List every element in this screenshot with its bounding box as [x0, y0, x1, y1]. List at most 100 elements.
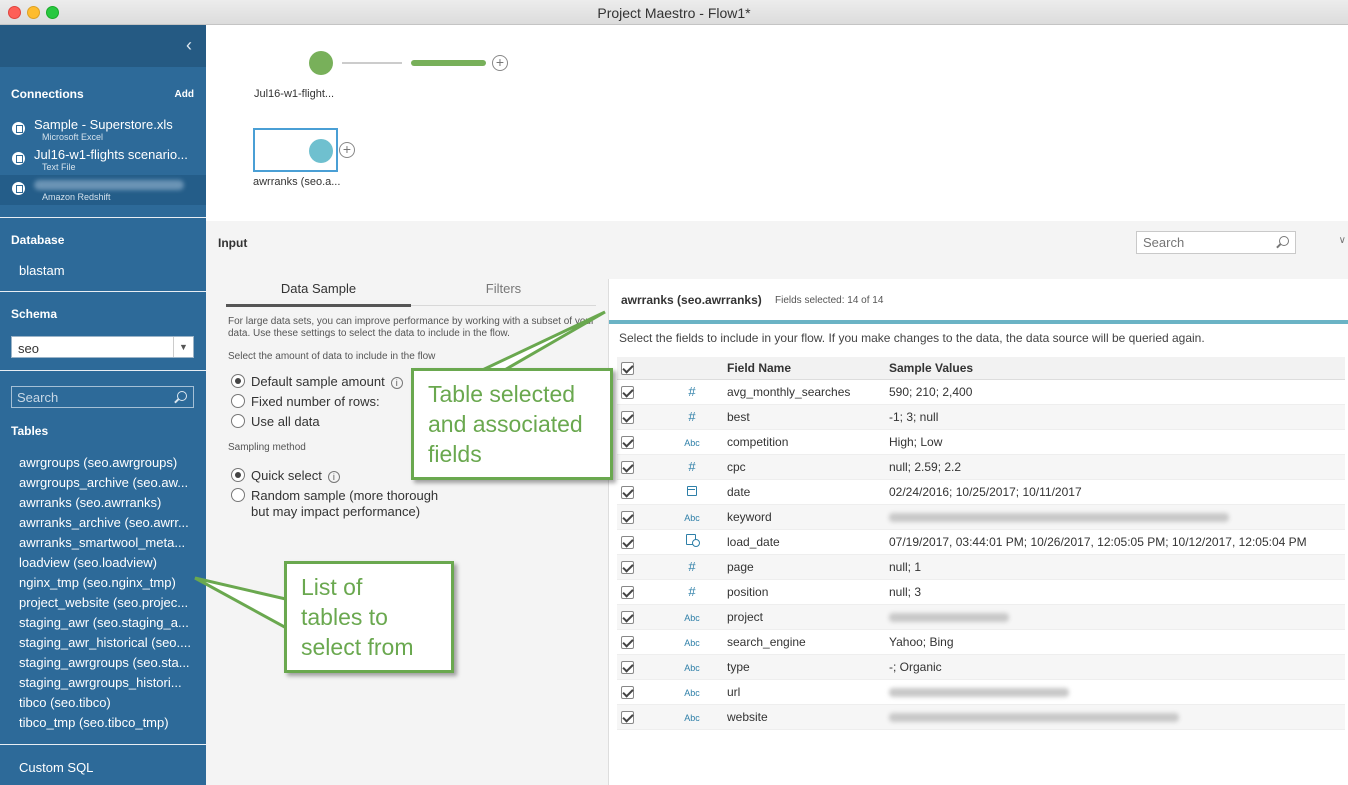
field-name: best [727, 404, 889, 430]
radio-default-sample[interactable] [231, 374, 245, 388]
field-checkbox[interactable] [621, 535, 634, 549]
flow-node-selected-frame[interactable] [253, 128, 338, 172]
table-row[interactable]: Abc website [617, 704, 1345, 730]
radio-random-sample-label: Random sample (more thorough [251, 488, 439, 503]
field-checkbox[interactable] [621, 460, 634, 474]
database-value[interactable]: blastam [19, 263, 65, 278]
sample-values: 07/19/2017, 03:44:01 PM; 10/26/2017, 12:… [889, 529, 1345, 555]
table-row[interactable]: # page null; 1 [617, 554, 1345, 580]
table-row[interactable]: load_date 07/19/2017, 03:44:01 PM; 10/26… [617, 529, 1345, 555]
fields-panel-title: awrranks (seo.awrranks) [621, 293, 762, 307]
callout-line: tables to [301, 604, 388, 630]
radio-quick-select-label: Quick select i [251, 468, 340, 483]
table-row[interactable]: Abc type -; Organic [617, 654, 1345, 680]
field-checkbox[interactable] [621, 485, 634, 499]
table-item[interactable]: awrgroups (seo.awrgroups) [19, 453, 191, 473]
table-item[interactable]: staging_awrgroups_histori... [19, 673, 191, 693]
radio-all-data[interactable] [231, 414, 245, 428]
table-search[interactable] [11, 386, 194, 408]
field-name: competition [727, 429, 889, 455]
table-row[interactable]: Abc url [617, 679, 1345, 705]
connection-item-excel[interactable]: Sample - Superstore.xls Microsoft Excel [0, 115, 206, 145]
add-connection-link[interactable]: Add [175, 89, 194, 100]
fields-table: Field Name Sample Values # avg_monthly_s… [617, 357, 1345, 730]
table-item[interactable]: project_website (seo.projec... [19, 593, 191, 613]
fields-panel: awrranks (seo.awrranks) Fields selected:… [608, 279, 1348, 785]
radio-fixed-rows-label: Fixed number of rows: [251, 394, 380, 409]
input-search[interactable] [1136, 231, 1296, 254]
calendar-icon [687, 485, 697, 496]
table-row[interactable]: # best -1; 3; null [617, 404, 1345, 430]
table-item[interactable]: staging_awr (seo.staging_a... [19, 613, 191, 633]
connection-item-textfile[interactable]: Jul16-w1-flights scenario... Text File [0, 145, 206, 175]
table-item[interactable]: staging_awr_historical (seo.... [19, 633, 191, 653]
table-row[interactable]: # position null; 3 [617, 579, 1345, 605]
connection-type: Amazon Redshift [42, 192, 111, 202]
table-item[interactable]: awrranks_smartwool_meta... [19, 533, 191, 553]
field-checkbox[interactable] [621, 685, 634, 699]
table-item[interactable]: nginx_tmp (seo.nginx_tmp) [19, 573, 191, 593]
tables-list: awrgroups (seo.awrgroups) awrgroups_arch… [19, 453, 191, 733]
table-row[interactable]: Abc search_engine Yahoo; Bing [617, 629, 1345, 655]
flow-node-flights[interactable] [309, 51, 333, 75]
flow-step-bar[interactable] [411, 60, 486, 66]
table-item[interactable]: loadview (seo.loadview) [19, 553, 191, 573]
info-icon[interactable]: i [390, 377, 403, 389]
connection-item-redshift[interactable]: Amazon Redshift [0, 175, 206, 205]
tab-data-sample[interactable]: Data Sample [226, 281, 411, 296]
table-row[interactable]: Abc competition High; Low [617, 429, 1345, 455]
table-row[interactable]: # cpc null; 2.59; 2.2 [617, 454, 1345, 480]
table-row[interactable]: # avg_monthly_searches 590; 210; 2,400 [617, 379, 1345, 405]
field-checkbox[interactable] [621, 385, 634, 399]
field-checkbox[interactable] [621, 410, 634, 424]
table-item[interactable]: awrranks (seo.awrranks) [19, 493, 191, 513]
connections-heading: Connections [11, 87, 84, 101]
callout-line: fields [428, 441, 482, 467]
radio-random-sample[interactable] [231, 488, 245, 502]
sidebar: ‹ Connections Add Sample - Superstore.xl… [0, 25, 206, 785]
sample-values: null; 1 [889, 554, 1345, 580]
info-icon[interactable]: i [327, 471, 340, 483]
table-item[interactable]: awrgroups_archive (seo.aw... [19, 473, 191, 493]
field-checkbox[interactable] [621, 660, 634, 674]
flow-node-awrranks[interactable] [309, 139, 333, 163]
field-checkbox[interactable] [621, 610, 634, 624]
tab-filters[interactable]: Filters [411, 281, 596, 296]
field-name: keyword [727, 504, 889, 530]
radio-fixed-rows[interactable] [231, 394, 245, 408]
table-row[interactable]: Abc keyword [617, 504, 1345, 530]
flow-node-label: Jul16-w1-flight... [254, 88, 335, 100]
type-column-header [657, 357, 727, 380]
table-item[interactable]: staging_awrgroups (seo.sta... [19, 653, 191, 673]
field-name: avg_monthly_searches [727, 379, 889, 405]
field-checkbox[interactable] [621, 435, 634, 449]
custom-sql-link[interactable]: Custom SQL [19, 760, 93, 775]
radio-quick-select[interactable] [231, 468, 245, 482]
table-row[interactable]: date 02/24/2016; 10/25/2017; 10/11/2017 [617, 479, 1345, 505]
table-item[interactable]: tibco_tmp (seo.tibco_tmp) [19, 713, 191, 733]
add-step-icon[interactable]: + [339, 142, 355, 158]
schema-select[interactable]: seo ▼ [11, 336, 194, 358]
number-type-icon: # [688, 584, 696, 599]
field-checkbox[interactable] [621, 560, 634, 574]
select-all-checkbox[interactable] [621, 361, 634, 375]
chevron-down-icon[interactable]: ∨ [1339, 235, 1346, 246]
sidebar-header: ‹ [0, 25, 206, 67]
table-row[interactable]: Abc project [617, 604, 1345, 630]
collapse-sidebar-icon[interactable]: ‹ [186, 35, 192, 56]
field-checkbox[interactable] [621, 635, 634, 649]
field-checkbox[interactable] [621, 710, 634, 724]
flow-canvas[interactable]: + Jul16-w1-flight... + awrranks (seo.a..… [206, 25, 1348, 221]
number-type-icon: # [688, 409, 696, 424]
radio-default-sample-label: Default sample amount i [251, 374, 403, 389]
database-heading: Database [11, 233, 65, 247]
field-checkbox[interactable] [621, 510, 634, 524]
input-search-field[interactable] [1137, 232, 1267, 253]
chevron-down-icon[interactable]: ▼ [173, 337, 193, 357]
table-search-input[interactable] [12, 387, 162, 407]
table-item[interactable]: awrranks_archive (seo.awrr... [19, 513, 191, 533]
fields-description: Select the fields to include in your flo… [619, 331, 1205, 345]
add-step-icon[interactable]: + [492, 55, 508, 71]
field-checkbox[interactable] [621, 585, 634, 599]
table-item[interactable]: tibco (seo.tibco) [19, 693, 191, 713]
